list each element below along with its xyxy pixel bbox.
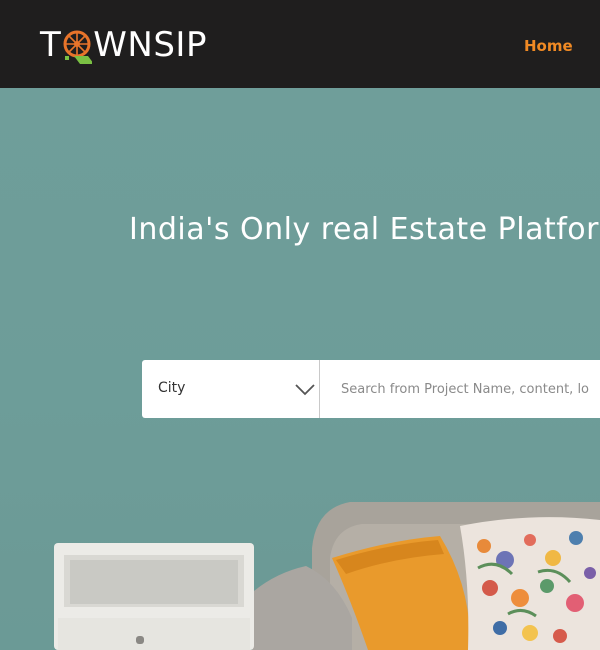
townsip-logo[interactable]: T WNSIP — [40, 22, 207, 68]
hero-title: India's Only real Estate Platfor — [129, 212, 599, 247]
wheel-icon — [62, 30, 95, 64]
city-select-label: City — [158, 380, 186, 396]
logo-text-rest: WNSIP — [93, 25, 207, 65]
logo-text-t: T — [40, 25, 62, 65]
search-bar: City — [142, 360, 600, 418]
search-input[interactable] — [320, 360, 600, 418]
site-header: T WNSIP Home — [0, 0, 600, 88]
hero-section: India's Only real Estate Platfor City — [0, 88, 600, 650]
city-select[interactable]: City — [142, 360, 320, 418]
chevron-down-icon — [294, 382, 316, 401]
nav-home-link[interactable]: Home — [524, 37, 573, 55]
